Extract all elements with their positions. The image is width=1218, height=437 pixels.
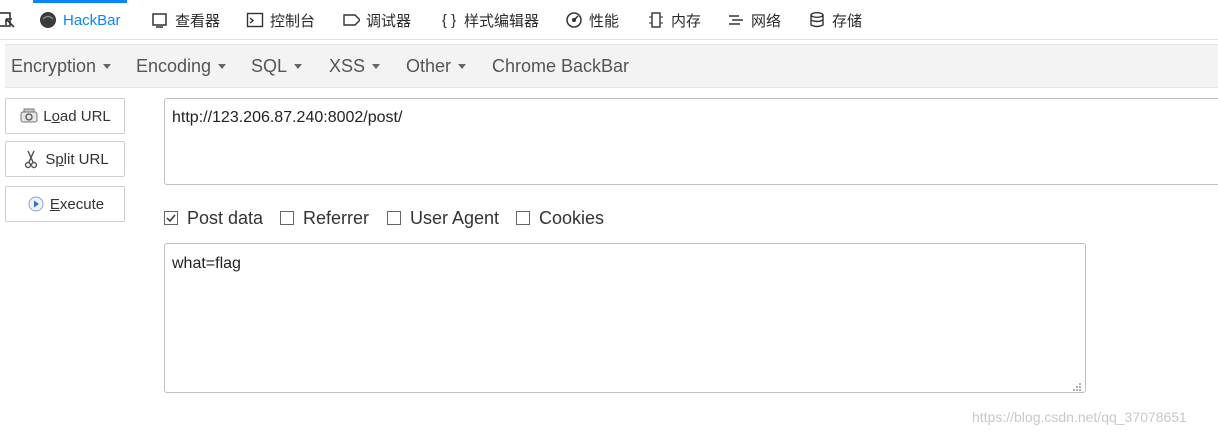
- watermark: https://blog.csdn.net/qq_37078651: [972, 409, 1187, 425]
- storage-icon: [808, 11, 826, 29]
- checkbox-label: User Agent: [410, 207, 500, 228]
- menu-label: Other: [406, 55, 452, 76]
- cookies-checkbox[interactable]: Cookies: [516, 207, 604, 229]
- tab-label: 网络: [751, 12, 782, 30]
- post-data-checkbox[interactable]: Post data: [164, 207, 263, 229]
- menu-label: Encryption: [11, 55, 97, 76]
- post-data-value: what=flag: [172, 255, 241, 272]
- post-data-input[interactable]: what=flag: [164, 243, 1086, 393]
- checkbox-icon: [387, 211, 401, 225]
- performance-icon: [565, 11, 583, 29]
- tab-label: 存储: [832, 12, 863, 30]
- tab-console[interactable]: 控制台: [246, 0, 315, 40]
- tab-label: 控制台: [270, 12, 316, 30]
- tab-memory[interactable]: 内存: [647, 0, 701, 40]
- tab-debugger[interactable]: 调试器: [342, 0, 411, 40]
- braces-icon: { }: [441, 11, 457, 29]
- tab-label: 调试器: [366, 12, 412, 30]
- tab-label: 样式编辑器: [464, 12, 540, 30]
- debugger-icon: [342, 11, 360, 29]
- checkbox-label: Post data: [187, 207, 264, 228]
- menu-label: Chrome BackBar: [492, 55, 630, 76]
- tab-performance[interactable]: 性能: [565, 0, 619, 40]
- play-icon: [26, 194, 46, 214]
- button-label: Load URL: [43, 107, 111, 125]
- button-label: Split URL: [45, 150, 109, 168]
- load-url-button[interactable]: Load URL: [5, 98, 125, 134]
- tab-network[interactable]: 网络: [727, 0, 781, 40]
- scissors-icon: [21, 149, 41, 169]
- checkbox-icon: [280, 211, 294, 225]
- console-icon: [246, 11, 264, 29]
- checkbox-label: Referrer: [303, 207, 370, 228]
- chevron-down-icon: [103, 63, 112, 69]
- load-url-icon: [19, 106, 39, 126]
- hackbar-icon: [39, 11, 57, 29]
- url-input[interactable]: http://123.206.87.240:8002/post/: [164, 98, 1218, 185]
- devtools-toolbar: HackBar 查看器 控制台 调试器 { } 样式编辑器 性能 内存 网络 存…: [0, 0, 1218, 40]
- tab-inspector[interactable]: 查看器: [151, 0, 220, 40]
- tab-label: 性能: [589, 12, 620, 30]
- menu-chrome-backbar[interactable]: Chrome BackBar: [492, 45, 629, 87]
- menu-sql[interactable]: SQL: [251, 45, 303, 87]
- chevron-down-icon: [458, 63, 467, 69]
- menu-xss[interactable]: XSS: [329, 45, 381, 87]
- resize-grip-icon[interactable]: [1072, 379, 1082, 391]
- menu-encryption[interactable]: Encryption: [11, 45, 112, 87]
- url-value: http://123.206.87.240:8002/post/: [172, 109, 403, 126]
- tab-label: 查看器: [175, 12, 221, 30]
- checkbox-icon: [516, 211, 530, 225]
- tab-style-editor[interactable]: { } 样式编辑器: [440, 0, 539, 40]
- tab-label: HackBar: [63, 11, 121, 29]
- inspector-icon: [151, 11, 169, 29]
- user-agent-checkbox[interactable]: User Agent: [387, 207, 499, 229]
- button-label: Execute: [49, 195, 105, 213]
- menu-label: Encoding: [136, 55, 212, 76]
- tab-storage[interactable]: 存储: [808, 0, 862, 40]
- element-picker-icon[interactable]: [0, 10, 16, 30]
- menu-label: XSS: [329, 55, 366, 76]
- menu-encoding[interactable]: Encoding: [136, 45, 227, 87]
- execute-button[interactable]: Execute: [5, 186, 125, 222]
- network-icon: [727, 11, 745, 29]
- menu-other[interactable]: Other: [406, 45, 467, 87]
- checkbox-label: Cookies: [539, 207, 605, 228]
- chevron-down-icon: [294, 63, 303, 69]
- tab-hackbar[interactable]: HackBar: [33, 0, 127, 40]
- checkbox-checked-icon: [164, 211, 178, 225]
- tab-label: 内存: [671, 12, 702, 30]
- referrer-checkbox[interactable]: Referrer: [280, 207, 369, 229]
- split-url-button[interactable]: Split URL: [5, 141, 125, 177]
- hackbar-menu: Encryption Encoding SQL XSS Other Chrome…: [5, 44, 1218, 88]
- memory-icon: [647, 11, 665, 29]
- menu-label: SQL: [251, 55, 288, 76]
- chevron-down-icon: [218, 63, 227, 69]
- chevron-down-icon: [372, 63, 381, 69]
